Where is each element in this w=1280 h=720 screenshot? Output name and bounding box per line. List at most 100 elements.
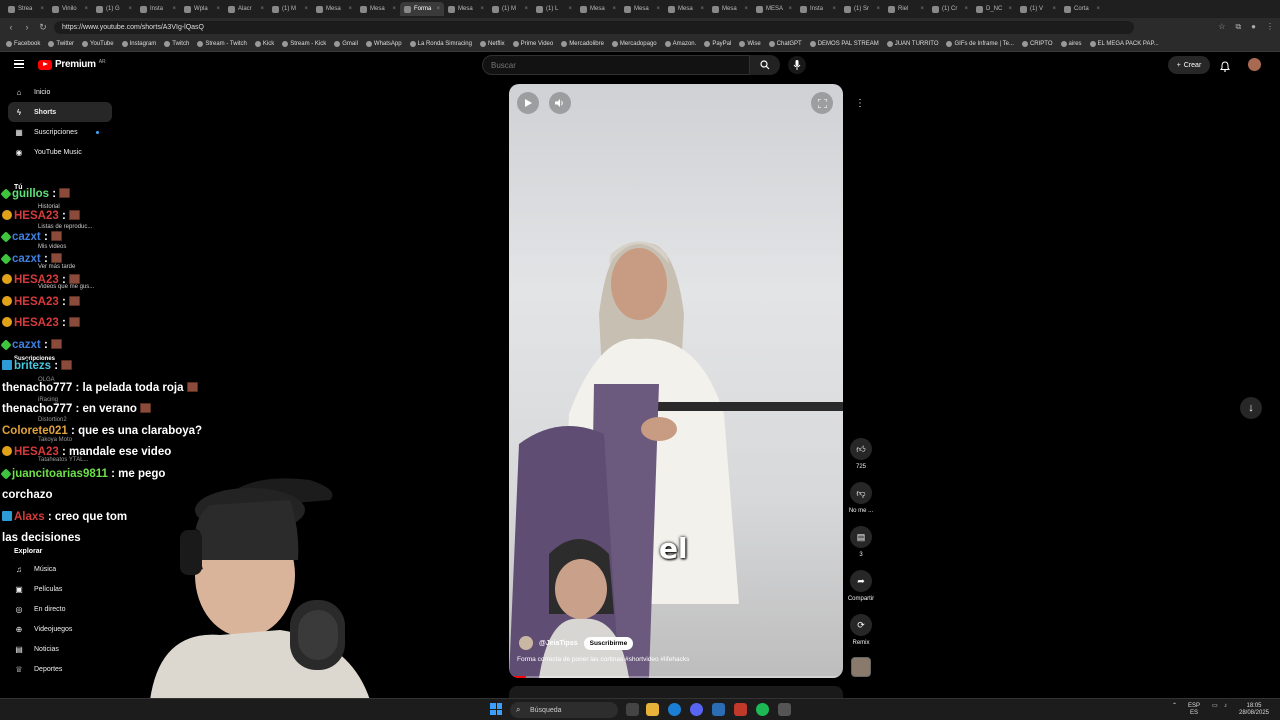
browser-tab[interactable]: (1) Cr × — [928, 2, 972, 16]
bookmark-item[interactable]: EL MEGA PACK PAP... — [1089, 40, 1159, 47]
share-action[interactable]: ➦ Compartir — [846, 570, 876, 602]
browser-tab[interactable]: Insta × — [136, 2, 180, 16]
bookmark-item[interactable]: Facebook — [6, 40, 40, 47]
browser-tab[interactable]: Mesa × — [620, 2, 664, 16]
tab-close-icon[interactable]: × — [524, 6, 528, 12]
notifications-bell-icon[interactable] — [1220, 59, 1230, 77]
tab-close-icon[interactable]: × — [172, 6, 176, 12]
hamburger-menu-icon[interactable] — [14, 60, 24, 68]
tab-close-icon[interactable]: × — [876, 6, 880, 12]
bookmark-item[interactable]: Wise — [739, 40, 761, 47]
bookmark-item[interactable]: Stream - Twitch — [197, 40, 247, 47]
sidebar-item[interactable]: ◉ YouTube Music — [8, 142, 112, 162]
task-view-icon[interactable] — [626, 703, 639, 716]
bookmark-item[interactable]: GIFs de Inframe | Te... — [946, 40, 1014, 47]
bookmark-item[interactable]: Stream - Kick — [282, 40, 326, 47]
star-icon[interactable]: ☆ — [1218, 22, 1225, 32]
forward-icon[interactable]: › — [22, 22, 32, 32]
video-progress-bar[interactable] — [509, 676, 843, 678]
video-description[interactable]: Forma correcta de poner las cortinas #sh… — [517, 656, 689, 663]
taskbar-search[interactable]: ⌕ Búsqueda — [510, 702, 618, 718]
sidebar-item[interactable]: ϟ Shorts — [8, 102, 112, 122]
tab-close-icon[interactable]: × — [40, 6, 44, 12]
sidebar-explore-item[interactable]: ⊕ Videojuegos — [8, 619, 112, 639]
bookmark-item[interactable]: Netflix — [479, 40, 505, 47]
bookmark-item[interactable]: ChatGPT — [768, 40, 802, 47]
bookmark-item[interactable]: Instagram — [121, 40, 156, 47]
audio-source-thumbnail[interactable] — [851, 657, 871, 677]
tab-close-icon[interactable]: × — [348, 6, 352, 12]
browser-tab[interactable]: Alacr × — [224, 2, 268, 16]
bookmark-item[interactable]: DEMOS PAL STREAM — [809, 40, 879, 47]
tab-close-icon[interactable]: × — [128, 6, 132, 12]
url-field[interactable]: https://www.youtube.com/shorts/A3VIg-lQa… — [54, 20, 1134, 34]
dislike-action[interactable]: 👎︎ No me ... — [846, 482, 876, 514]
sidebar-explore-item[interactable]: ◎ En directo — [8, 599, 112, 619]
remix-action[interactable]: ⟳ Remix — [846, 614, 876, 646]
browser-tab[interactable]: Mesa × — [708, 2, 752, 16]
discord-icon[interactable] — [690, 703, 703, 716]
browser-tab[interactable]: MESA × — [752, 2, 796, 16]
youtube-premium-logo[interactable]: Premium AR — [38, 59, 106, 70]
tab-close-icon[interactable]: × — [392, 6, 396, 12]
browser-tab[interactable]: (1) G × — [92, 2, 136, 16]
tab-close-icon[interactable]: × — [920, 6, 924, 12]
speaker-icon[interactable]: ♪ — [1224, 703, 1227, 710]
subscribe-button[interactable]: Suscribirme — [583, 636, 634, 650]
steam-icon[interactable] — [712, 703, 725, 716]
profile-icon[interactable]: ● — [1251, 22, 1256, 32]
tab-close-icon[interactable]: × — [1008, 6, 1012, 12]
sidebar-explore-item[interactable]: ▣ Películas — [8, 579, 112, 599]
reload-icon[interactable]: ↻ — [38, 22, 48, 33]
voice-search-button[interactable] — [788, 56, 806, 74]
comments-action[interactable]: ▤ 3 — [846, 526, 876, 558]
more-options-icon[interactable]: ⋮ — [852, 95, 868, 111]
spotify-icon[interactable] — [756, 703, 769, 716]
tab-close-icon[interactable]: × — [260, 6, 264, 12]
tab-close-icon[interactable]: × — [744, 6, 748, 12]
browser-tab[interactable]: (1) M × — [268, 2, 312, 16]
browser-tab[interactable]: Insta × — [796, 2, 840, 16]
tab-close-icon[interactable]: × — [656, 6, 660, 12]
tab-close-icon[interactable]: × — [568, 6, 572, 12]
browser-tab[interactable]: Strea × — [4, 2, 48, 16]
sidebar-you-item[interactable]: Listas de reproduc... — [38, 224, 92, 230]
next-video-arrow-icon[interactable]: ↓ — [1240, 397, 1262, 419]
sidebar-item[interactable]: ⌂ Inicio — [8, 82, 112, 102]
shorts-video-player[interactable]: el @JeiaTipss Suscribirme Forma correcta… — [509, 84, 843, 678]
sidebar-subscription-item[interactable]: Takoya Moto — [38, 437, 72, 443]
windows-start-icon[interactable] — [490, 703, 502, 715]
tab-close-icon[interactable]: × — [216, 6, 220, 12]
app-grid-icon[interactable] — [778, 703, 791, 716]
bookmark-item[interactable]: Mercadolibre — [561, 40, 604, 47]
tab-close-icon[interactable]: × — [1096, 6, 1100, 12]
account-avatar[interactable] — [1248, 58, 1261, 71]
bookmark-item[interactable]: Amazon. — [664, 40, 696, 47]
sidebar-you-item[interactable]: Mis videos — [38, 244, 66, 250]
tab-close-icon[interactable]: × — [964, 6, 968, 12]
search-input[interactable]: Buscar — [482, 55, 750, 75]
browser-tab[interactable]: Forma × — [400, 2, 444, 16]
tray-chevron-icon[interactable]: ⌃ — [1172, 703, 1177, 710]
browser-tab[interactable]: (1) L × — [532, 2, 576, 16]
bookmark-item[interactable]: CRIPTO — [1021, 40, 1053, 47]
browser-tab[interactable]: Mesa × — [312, 2, 356, 16]
tab-close-icon[interactable]: × — [612, 6, 616, 12]
edge-icon[interactable] — [668, 703, 681, 716]
create-button[interactable]: + Crear — [1168, 56, 1210, 74]
browser-tab[interactable]: Mesa × — [664, 2, 708, 16]
browser-tab[interactable]: Riel × — [884, 2, 928, 16]
tab-close-icon[interactable]: × — [480, 6, 484, 12]
bookmark-item[interactable]: Prime Video — [512, 40, 553, 47]
browser-tab[interactable]: Mesa × — [444, 2, 488, 16]
search-button[interactable] — [750, 55, 780, 75]
sidebar-item[interactable]: ▦ Suscripciones — [8, 122, 112, 142]
tab-close-icon[interactable]: × — [1052, 6, 1056, 12]
language-indicator[interactable]: ESP ES — [1188, 703, 1200, 717]
bookmark-item[interactable]: Mercadopago — [611, 40, 657, 47]
bookmark-item[interactable]: aires — [1060, 40, 1082, 47]
browser-tab[interactable]: Mesa × — [356, 2, 400, 16]
app-icon[interactable] — [734, 703, 747, 716]
browser-tab[interactable]: Corta × — [1060, 2, 1104, 16]
bookmark-item[interactable]: PayPal — [704, 40, 731, 47]
